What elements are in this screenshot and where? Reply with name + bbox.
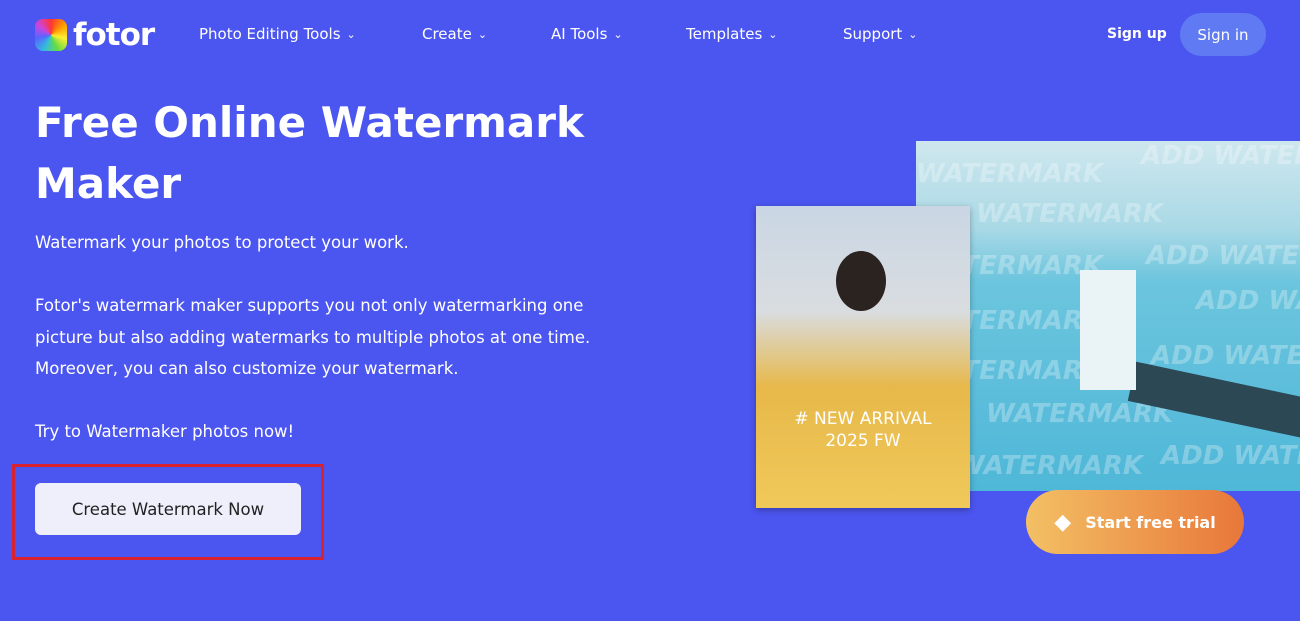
chevron-down-icon: ⌄	[768, 27, 778, 41]
prompt-text: Try to Watermaker photos now!	[35, 422, 295, 441]
photo-caption: # NEW ARRIVAL 2025 FW	[756, 408, 970, 452]
sign-in-button[interactable]: Sign in	[1180, 13, 1266, 56]
menu-label: Create	[422, 25, 472, 43]
head-shape	[836, 251, 886, 311]
create-watermark-button[interactable]: Create Watermark Now	[35, 483, 301, 535]
menu-ai-tools[interactable]: AI Tools ⌄	[551, 25, 623, 43]
watermark-text: ADD WATERMARK	[1161, 441, 1300, 471]
chevron-down-icon: ⌄	[613, 27, 623, 41]
start-free-trial-button[interactable]: ◆ Start free trial	[1026, 490, 1244, 554]
description: Fotor's watermark maker supports you not…	[35, 296, 591, 378]
watermark-text: ADD WATERMARK	[1146, 241, 1300, 271]
watermark-text: WATERMARK	[956, 451, 1144, 481]
watermark-text: ADD WATERMARK	[1141, 141, 1300, 171]
chevron-down-icon: ⌄	[477, 27, 488, 41]
top-nav: fotor Photo Editing Tools ⌄ Create ⌄ AI To…	[0, 0, 1300, 70]
watermark-text: WATERMARK	[976, 199, 1164, 229]
caption-line-2: 2025 FW	[825, 431, 901, 451]
menu-create[interactable]: Create ⌄	[422, 25, 487, 43]
menu-label: Support	[843, 25, 903, 43]
watermark-text: WATERMARK	[916, 159, 1104, 189]
tagline: Watermark your photos to protect your wo…	[35, 233, 409, 252]
menu-templates[interactable]: Templates ⌄	[686, 25, 777, 43]
logo-text: fotor	[73, 17, 155, 53]
watermark-text: ADD WATERMARK	[1196, 286, 1300, 316]
menu-label: AI Tools	[551, 25, 608, 43]
menu-support[interactable]: Support ⌄	[843, 25, 918, 43]
trial-label: Start free trial	[1085, 512, 1216, 532]
fotor-logo[interactable]: fotor	[35, 17, 155, 53]
watermark-text: ADD WATERMARK	[1151, 341, 1300, 371]
carton-shape	[1080, 270, 1136, 390]
menu-photo-editing-tools[interactable]: Photo Editing Tools ⌄	[199, 25, 356, 43]
diamond-icon: ◆	[1054, 509, 1072, 535]
menu-label: Photo Editing Tools	[199, 25, 341, 43]
page-title: Free Online Watermark Maker	[35, 98, 584, 208]
chevron-down-icon: ⌄	[908, 27, 918, 41]
sign-up-link[interactable]: Sign up	[1107, 26, 1167, 42]
caption-line-1: # NEW ARRIVAL	[794, 409, 932, 429]
chevron-down-icon: ⌄	[346, 27, 356, 41]
logo-icon	[35, 19, 67, 51]
menu-label: Templates	[686, 25, 763, 43]
woman-photo: # NEW ARRIVAL 2025 FW	[756, 206, 970, 508]
